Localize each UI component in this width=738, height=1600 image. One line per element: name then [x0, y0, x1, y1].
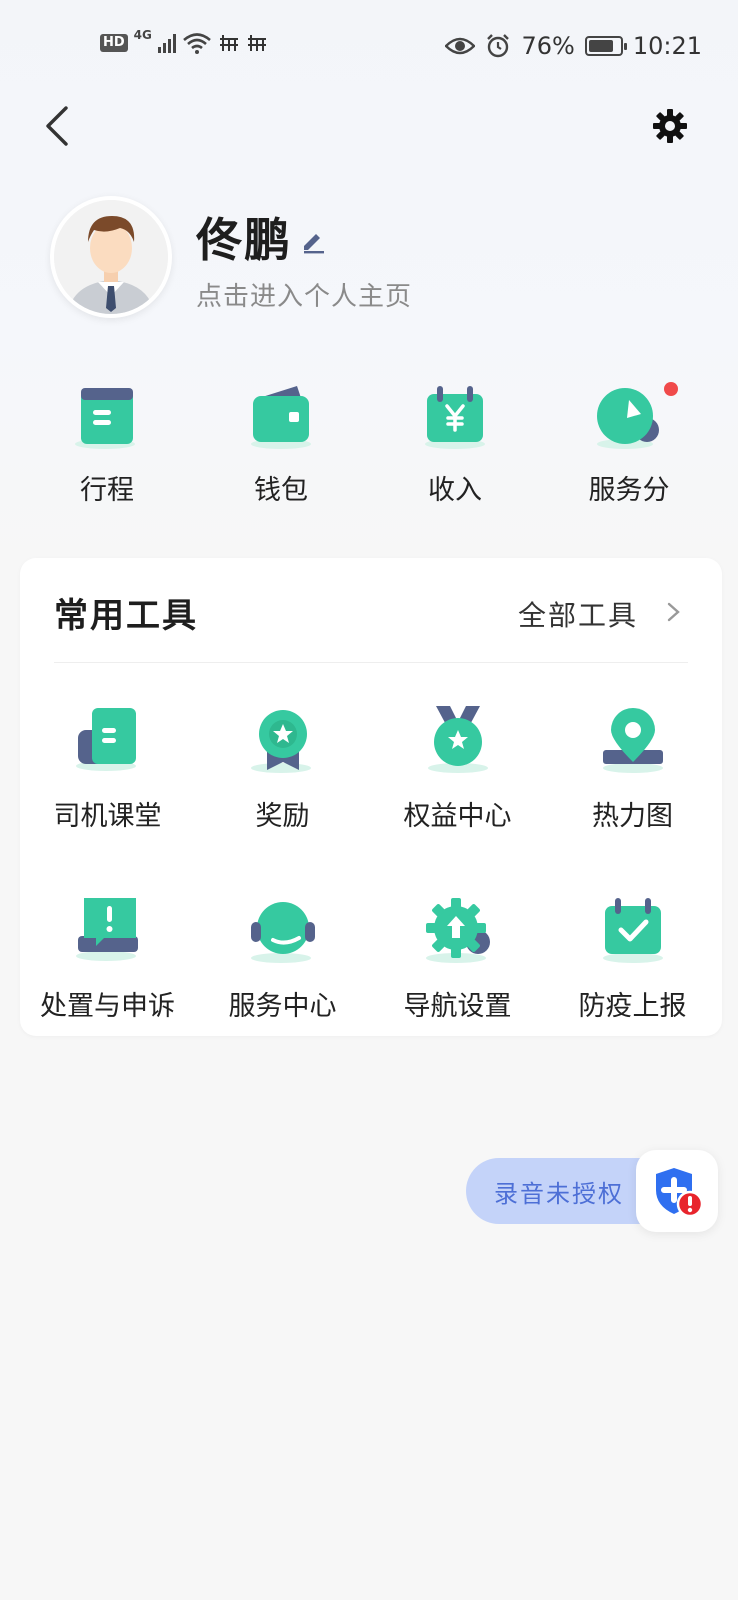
chevron-left-icon: [46, 106, 68, 146]
avatar-person-icon: [54, 200, 168, 314]
tool-reward[interactable]: 奖励: [195, 706, 370, 846]
signal-icon: [157, 33, 176, 53]
tool-label: 导航设置: [403, 991, 512, 1022]
navigation-gear-icon: [425, 898, 490, 963]
quick-label: 行程: [80, 475, 134, 506]
service-score-icon: [597, 388, 659, 449]
battery-icon: [584, 36, 627, 56]
profile-name[interactable]: 佟鹏: [196, 204, 292, 270]
status-left: HD 4G: [100, 28, 268, 54]
alarm-icon: [487, 34, 510, 58]
quick-label: 服务分: [588, 475, 670, 506]
complaint-icon: [75, 898, 138, 961]
quick-item-wallet[interactable]: 钱包: [194, 384, 368, 514]
tools-title: 常用工具: [54, 596, 198, 636]
medal-icon: [427, 706, 488, 773]
carrier-app-icon-2: [247, 35, 266, 51]
tool-label: 奖励: [255, 801, 310, 832]
tool-label: 权益中心: [403, 801, 512, 832]
recording-label: 录音未授权: [494, 1180, 624, 1208]
clock: 10:21: [632, 32, 702, 60]
battery-percent: 76%: [521, 32, 575, 60]
tool-heatmap[interactable]: 热力图: [545, 706, 720, 846]
shield-alert-icon: [656, 1168, 704, 1218]
tool-service-center[interactable]: 服务中心: [195, 896, 370, 1036]
all-tools-link[interactable]: 全部工具: [518, 594, 638, 634]
tool-label: 防疫上报: [578, 991, 687, 1022]
wifi-icon: [183, 33, 211, 54]
income-calendar-icon: [425, 386, 485, 449]
trip-card-icon: [75, 388, 135, 449]
award-icon: [250, 710, 311, 773]
divider: [54, 662, 688, 663]
network-type: 4G: [133, 28, 152, 42]
hd-badge: HD: [100, 34, 128, 52]
carrier-app-icon: [219, 35, 238, 51]
edit-pencil-icon[interactable]: [300, 228, 326, 254]
tool-label: 热力图: [592, 801, 673, 832]
profile-home-link[interactable]: 点击进入个人主页: [196, 276, 412, 313]
quick-item-income[interactable]: 收入: [368, 384, 542, 514]
headset-icon: [250, 902, 315, 963]
settings-button[interactable]: [652, 108, 688, 144]
tool-navigation-settings[interactable]: 导航设置: [370, 896, 545, 1036]
map-pin-icon: [602, 708, 663, 773]
avatar[interactable]: [50, 196, 172, 318]
wallet-icon: [251, 386, 311, 449]
eye-icon: [445, 37, 476, 55]
book-icon: [75, 708, 136, 771]
safety-shield-button[interactable]: [636, 1150, 718, 1232]
tool-benefit-center[interactable]: 权益中心: [370, 706, 545, 846]
chevron-right-icon[interactable]: [666, 600, 682, 624]
tool-epidemic-report[interactable]: 防疫上报: [545, 896, 720, 1036]
quick-label: 钱包: [254, 475, 308, 506]
back-button[interactable]: [40, 104, 80, 148]
quick-item-service-score[interactable]: 服务分: [542, 382, 716, 514]
tool-label: 司机课堂: [53, 801, 162, 832]
quick-label: 收入: [428, 475, 482, 506]
common-tools-card: 常用工具 全部工具 司机课堂 奖励 权益中心 热力图 处置与申诉 服务中心 导航…: [20, 558, 722, 1036]
notification-dot: [664, 382, 678, 396]
status-right: 76% 10:21: [445, 32, 702, 60]
status-bar: HD 4G 76% 10:21: [0, 0, 738, 90]
quick-actions: 行程 钱包 收入 服务分: [20, 382, 718, 514]
check-calendar-icon: [602, 898, 663, 963]
tool-label: 服务中心: [228, 991, 337, 1022]
quick-item-trip[interactable]: 行程: [20, 384, 194, 514]
tool-label: 处置与申诉: [40, 991, 175, 1022]
tool-complaint[interactable]: 处置与申诉: [20, 896, 195, 1036]
tool-driver-class[interactable]: 司机课堂: [20, 706, 195, 846]
